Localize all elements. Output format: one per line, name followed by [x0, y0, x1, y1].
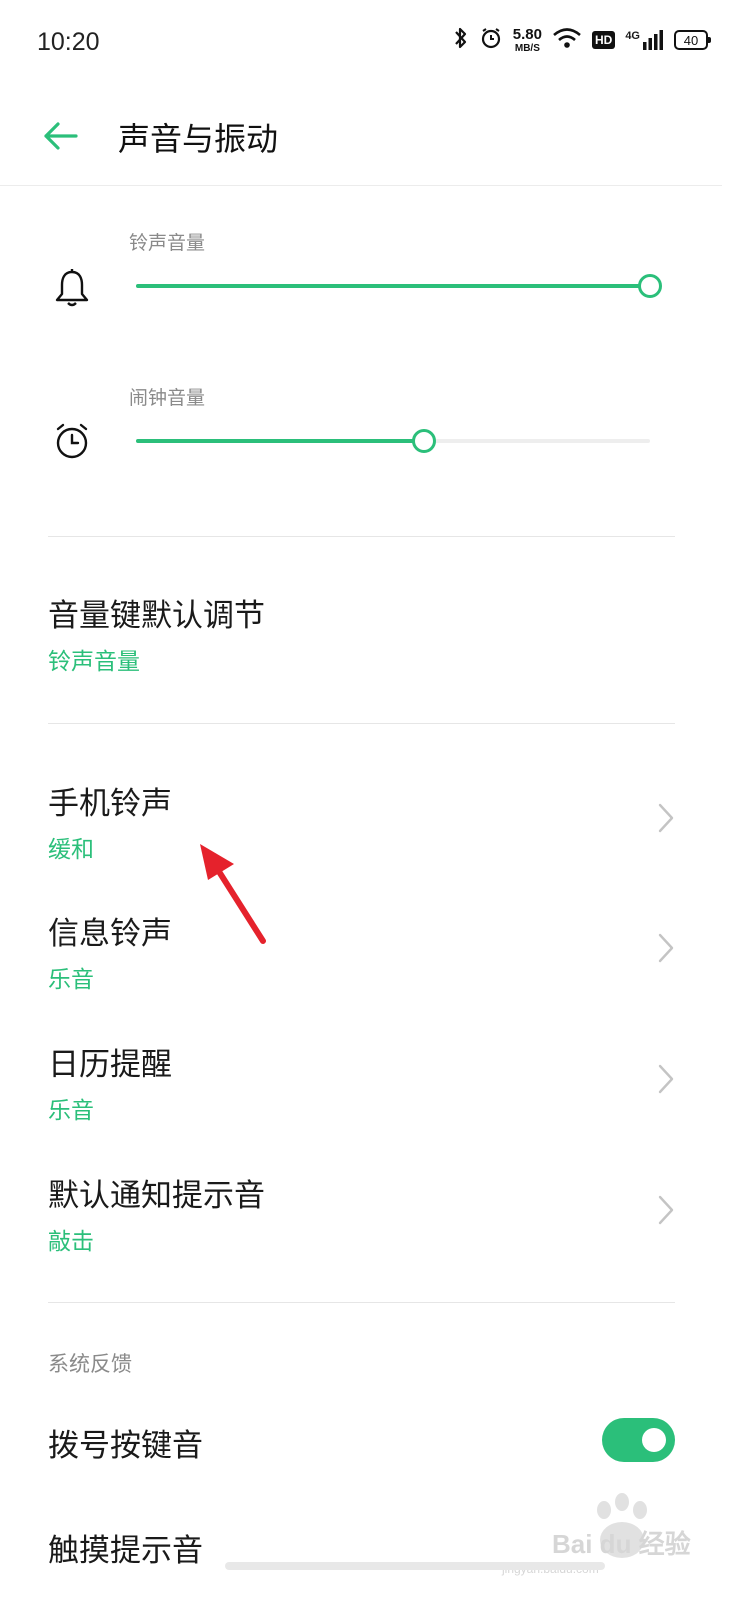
row-value: 缓和	[48, 837, 94, 863]
status-icons: 5.80 MB/S HD 4G 40	[453, 26, 711, 54]
watermark-text: Bai du 经验	[552, 1529, 691, 1559]
alarm-volume-slider[interactable]	[136, 429, 650, 453]
alarm-volume-fill	[136, 439, 424, 443]
section-header-system-feedback: 系统反馈	[48, 1352, 132, 1376]
divider	[48, 723, 675, 724]
alarm-volume-label: 闹钟音量	[129, 387, 206, 409]
ringtone-volume-label: 铃声音量	[129, 232, 206, 254]
alarm-volume-thumb[interactable]	[411, 429, 436, 453]
volume-key-row[interactable]: 音量键默认调节 铃声音量	[48, 590, 675, 680]
status-time: 10:20	[37, 28, 100, 56]
ringtone-volume-fill	[136, 284, 650, 288]
row-title: 日历提醒	[48, 1047, 172, 1083]
header-divider	[0, 185, 722, 186]
list-item-default-notification[interactable]: 默认通知提示音 敲击	[48, 1170, 678, 1260]
list-item-message-ringtone[interactable]: 信息铃声 乐音	[48, 908, 678, 998]
chevron-right-icon	[658, 933, 674, 963]
row-title: 手机铃声	[48, 786, 172, 822]
wifi-icon	[552, 27, 582, 53]
divider	[48, 1302, 675, 1303]
ringtone-volume-slider[interactable]	[136, 274, 662, 298]
dial-keypad-tone-label: 拨号按键音	[48, 1428, 203, 1464]
dial-keypad-tone-toggle[interactable]	[602, 1418, 675, 1462]
bluetooth-icon	[453, 26, 469, 54]
alarm-status-icon	[479, 26, 503, 54]
page-title: 声音与振动	[118, 120, 279, 158]
chevron-right-icon	[658, 1195, 674, 1225]
battery-icon: 40	[674, 30, 711, 50]
back-arrow-icon	[44, 122, 78, 150]
list-item-calendar-reminder[interactable]: 日历提醒 乐音	[48, 1039, 678, 1129]
chevron-right-icon	[658, 803, 674, 833]
list-item-phone-ringtone[interactable]: 手机铃声 缓和	[48, 778, 678, 868]
volume-key-title: 音量键默认调节	[48, 598, 265, 634]
row-title: 信息铃声	[48, 916, 172, 952]
bottom-scroll-hint	[225, 1562, 605, 1570]
volume-key-value: 铃声音量	[48, 649, 140, 675]
hd-badge: HD	[591, 31, 616, 49]
row-value: 敲击	[48, 1229, 94, 1255]
net-speed-value: 5.80	[512, 25, 542, 43]
net-speed: 5.80 MB/S	[513, 27, 542, 54]
row-value: 乐音	[48, 967, 94, 993]
back-button[interactable]	[38, 114, 84, 158]
bell-icon	[52, 266, 92, 310]
row-title: 默认通知提示音	[48, 1178, 265, 1214]
annotation-arrow-icon	[200, 844, 266, 944]
network-type: 4G	[625, 30, 640, 42]
touch-sound-label: 触摸提示音	[48, 1533, 203, 1569]
toggle-knob	[642, 1428, 666, 1452]
ringtone-volume-thumb[interactable]	[638, 274, 662, 298]
battery-level: 40	[683, 32, 699, 48]
chevron-right-icon	[658, 1064, 674, 1094]
row-value: 乐音	[48, 1098, 94, 1124]
alarm-clock-icon	[52, 420, 92, 464]
net-speed-unit: MB/S	[514, 42, 540, 54]
signal-icon: 4G	[625, 30, 664, 50]
divider	[48, 536, 675, 537]
